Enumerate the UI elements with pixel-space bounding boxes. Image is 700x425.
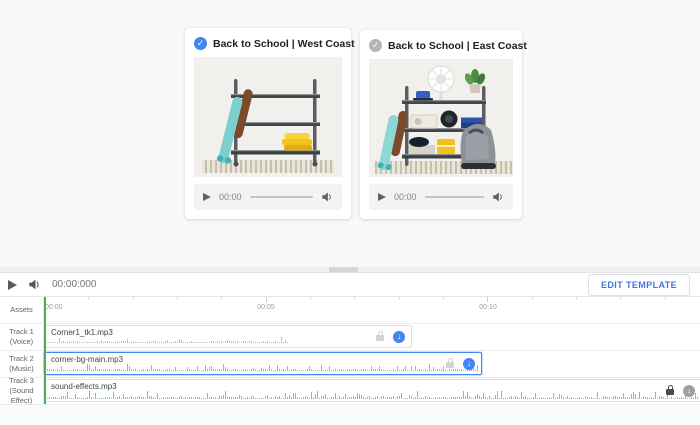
audio-player: 00:00 [369, 184, 513, 210]
waveform [47, 364, 479, 373]
download-icon[interactable]: ↓ [393, 331, 405, 343]
selected-check-icon[interactable]: ✓ [194, 37, 207, 50]
timeline-volume-icon[interactable] [28, 278, 41, 291]
ruler-label-10s: 00:10 [473, 304, 503, 311]
progress-bar[interactable] [250, 196, 313, 198]
player-time: 00:00 [219, 192, 242, 202]
timeline-panel: 00:00:000 EDIT TEMPLATE Assets 00:00 00:… [0, 272, 700, 425]
preview-stage: ✓ Back to School | West Coast [0, 0, 700, 267]
west-coast-preview-image [194, 57, 342, 177]
download-icon[interactable]: ↓ [463, 358, 475, 370]
timeline-timecode: 00:00:000 [52, 279, 97, 290]
template-card-west-coast[interactable]: ✓ Back to School | West Coast [185, 28, 351, 219]
unselected-check-icon[interactable]: ✓ [369, 39, 382, 52]
assets-label: Assets [10, 305, 33, 315]
east-coast-preview-image [369, 59, 513, 177]
lock-icon[interactable] [446, 362, 454, 368]
lock-icon[interactable] [666, 389, 674, 395]
shelf-rack-illustration [369, 59, 513, 177]
waveform [47, 391, 699, 400]
timeline-empty-area [0, 405, 700, 425]
timeline-play-icon[interactable] [8, 280, 17, 290]
play-icon[interactable] [378, 193, 386, 201]
card-header: ✓ Back to School | East Coast [369, 39, 513, 52]
assets-row: Assets 00:00 00:05 00:10 [0, 297, 700, 324]
track-row-music: Track 2 (Music) corner-bg-main.mp3 ↓ [0, 351, 700, 378]
track-row-sound-effect: Track 3 (Sound Effect) sound-effects.mp3… [0, 378, 700, 405]
shelf-rack-illustration [194, 57, 342, 177]
card-title: Back to School | West Coast [213, 38, 355, 50]
clip-filename: sound-effects.mp3 [51, 382, 117, 391]
assets-row-label: Assets [0, 297, 44, 323]
edit-template-button[interactable]: EDIT TEMPLATE [588, 274, 690, 296]
player-time: 00:00 [394, 192, 417, 202]
track-label-sound-effect: Track 3 (Sound Effect) [0, 378, 44, 404]
track-type: (Voice) [10, 337, 33, 347]
card-title: Back to School | East Coast [388, 40, 527, 52]
template-card-east-coast[interactable]: ✓ Back to School | East Coast [360, 30, 522, 219]
track-name: Track 2 [9, 354, 34, 364]
clip-sound-effects[interactable]: sound-effects.mp3 ↓ [44, 379, 700, 402]
volume-icon[interactable] [321, 191, 333, 203]
timeline-toolbar: 00:00:000 EDIT TEMPLATE [0, 273, 700, 297]
track-name: Track 1 [9, 327, 34, 337]
ruler-label-0s: 00:00 [45, 304, 75, 311]
timeline-ruler[interactable]: 00:00 00:05 00:10 [44, 297, 700, 323]
waveform [47, 337, 409, 346]
track-type: (Music) [9, 364, 34, 374]
clip-filename: corner-bg-main.mp3 [51, 355, 123, 364]
audio-player: 00:00 [194, 184, 342, 210]
volume-icon[interactable] [492, 191, 504, 203]
track-label-music: Track 2 (Music) [0, 351, 44, 377]
card-header: ✓ Back to School | West Coast [194, 37, 342, 50]
track-row-voice: Track 1 (Voice) Corner1_tk1.mp3 ↓ [0, 324, 700, 351]
play-icon[interactable] [203, 193, 211, 201]
playhead[interactable] [44, 297, 46, 404]
timeline-grid: Assets 00:00 00:05 00:10 Track 1 (Voice)… [0, 297, 700, 425]
clip-music-selected[interactable]: corner-bg-main.mp3 ↓ [44, 352, 482, 375]
lock-icon[interactable] [376, 335, 384, 341]
clip-filename: Corner1_tk1.mp3 [51, 328, 113, 337]
progress-bar[interactable] [425, 196, 484, 198]
clip-voice[interactable]: Corner1_tk1.mp3 ↓ [44, 325, 412, 348]
download-icon[interactable]: ↓ [683, 385, 695, 397]
ruler-label-5s: 00:05 [251, 304, 281, 311]
track-label-voice: Track 1 (Voice) [0, 324, 44, 350]
track-name: Track 3 [9, 376, 34, 386]
track-type: (Sound Effect) [0, 386, 43, 406]
